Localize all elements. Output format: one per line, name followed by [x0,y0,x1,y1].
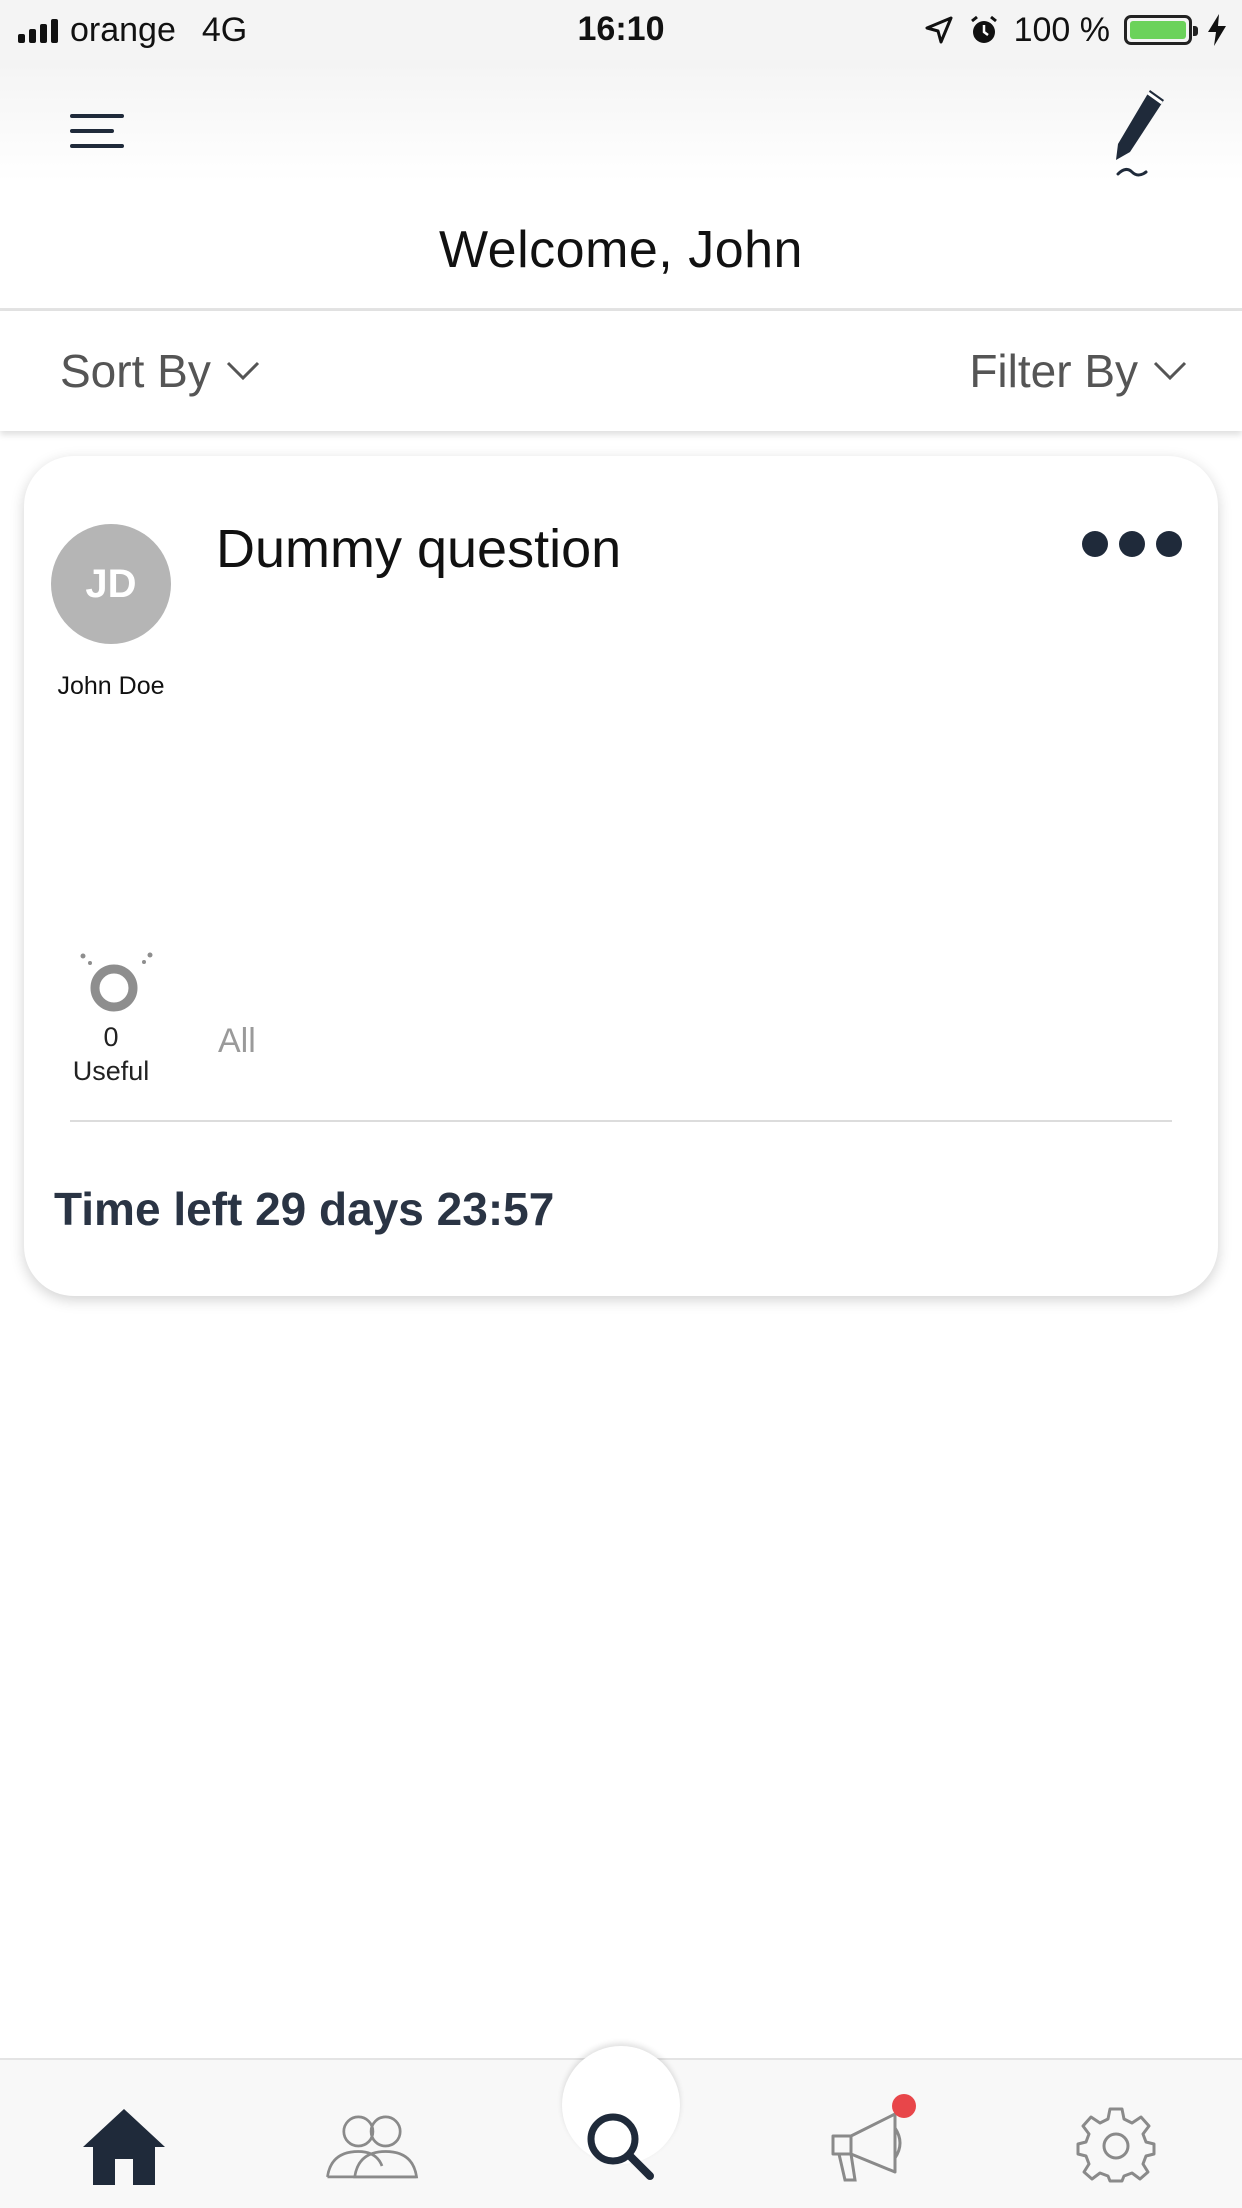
megaphone-icon [831,2112,902,2182]
pencil-icon [1116,90,1164,177]
question-card[interactable]: JD John Doe Dummy question 0 Useful All … [24,456,1218,1296]
tab-people[interactable] [322,2096,422,2196]
author-name: John Doe [57,672,165,700]
useful-label: Useful [72,1056,150,1086]
more-options-button[interactable] [1082,524,1182,564]
notification-badge [892,2094,916,2118]
welcome-title: Welcome, John [439,221,803,279]
app-header: Welcome, John [0,62,1242,311]
hamburger-menu-icon [70,114,124,148]
sort-filter-bar: Sort By Filter By [0,311,1242,431]
chevron-down-icon [226,361,259,381]
location-arrow-icon [925,16,953,44]
compose-button[interactable] [1102,82,1182,192]
card-divider [70,1120,1172,1122]
search-icon [587,2113,654,2180]
useful-count: 0 [103,1022,119,1052]
more-dot-icon [1119,531,1145,557]
home-icon [83,2109,165,2185]
alarm-icon [970,15,997,43]
charging-bolt-icon [1208,14,1226,46]
sort-by-label: Sort By [60,345,211,397]
avatar[interactable]: JD [51,524,171,644]
useful-bulb-icon [80,952,153,1012]
question-title[interactable]: Dummy question [216,518,621,580]
status-bar: orange 4G 16:10 100 % [0,0,1242,62]
more-dot-icon [1082,531,1108,557]
tab-home[interactable] [74,2096,174,2196]
filter-by-button[interactable]: Filter By [969,341,1188,401]
all-answers-link[interactable]: All [218,1022,256,1061]
menu-button[interactable] [62,98,132,168]
tab-settings[interactable] [1066,2096,1166,2196]
chevron-down-icon [1153,361,1187,381]
more-dot-icon [1156,531,1182,557]
sort-by-button[interactable]: Sort By [60,341,261,401]
people-icon [326,2115,419,2179]
gear-icon [1076,2107,1156,2183]
bottom-tab-bar [0,2046,1242,2208]
time-left-label: Time left 29 days 23:57 [54,1183,555,1235]
battery-icon [1124,15,1198,45]
filter-by-label: Filter By [969,345,1138,397]
tab-search[interactable] [570,2096,670,2196]
useful-button[interactable] [68,946,158,1026]
status-right: 100 % [924,10,1228,50]
battery-percent: 100 % [1013,10,1110,49]
